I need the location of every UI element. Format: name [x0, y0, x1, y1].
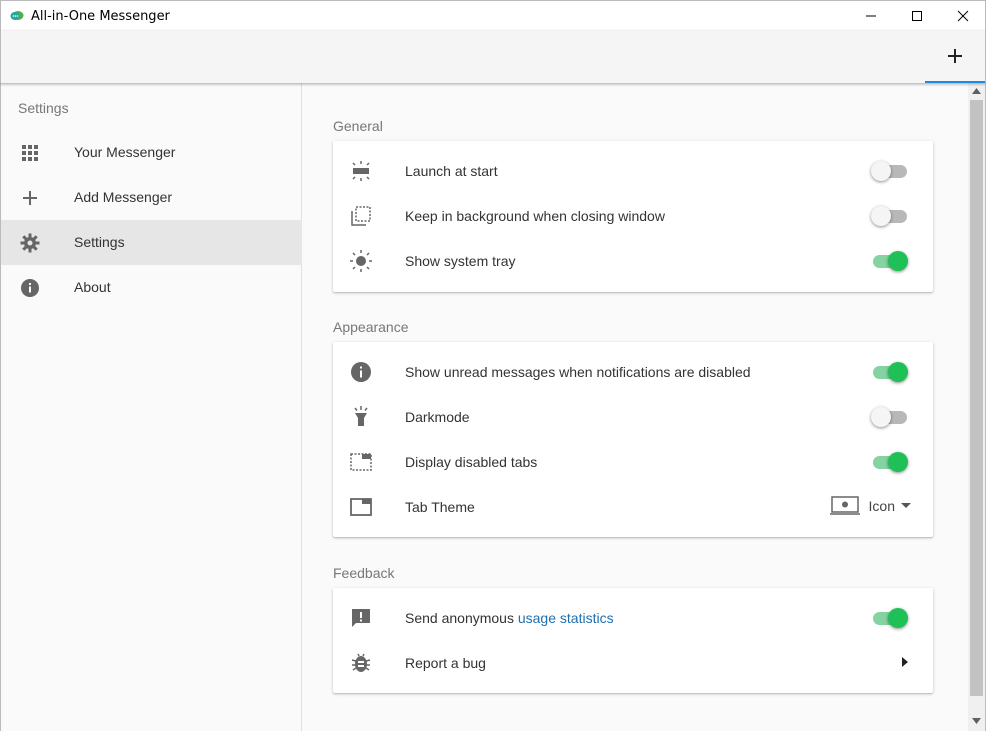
scroll-down-icon[interactable]	[972, 718, 981, 724]
setting-row-keep-in-background: Keep in background when closing window	[333, 193, 933, 238]
scroll-thumb[interactable]	[970, 100, 983, 696]
tab-icon	[350, 498, 372, 516]
sidebar-item-label: Your Messenger	[74, 144, 176, 160]
window-title: All-in-One Messenger	[31, 9, 170, 24]
setting-row-show-unread: Show unread messages when notifications …	[333, 349, 933, 394]
feedback-card: Send anonymous usage statistics Report a…	[333, 588, 933, 693]
keep-in-background-toggle[interactable]	[871, 206, 907, 226]
sidebar: Settings Your Messenger Add Messenger Se…	[0, 83, 302, 731]
sidebar-item-about[interactable]: About	[1, 265, 302, 310]
setting-label: Show system tray	[405, 253, 516, 269]
launch-icon	[352, 161, 370, 181]
app-logo-icon	[10, 11, 24, 20]
setting-row-display-disabled-tabs: Display disabled tabs	[333, 439, 933, 484]
setting-label: Show unread messages when notifications …	[405, 364, 751, 380]
sidebar-item-label: Add Messenger	[74, 189, 173, 205]
setting-row-launch-at-start: Launch at start	[333, 148, 933, 193]
section-title-appearance: Appearance	[333, 319, 409, 335]
sidebar-item-label: About	[74, 279, 111, 295]
setting-label: Tab Theme	[405, 499, 475, 515]
tab-bar	[0, 31, 986, 83]
general-card: Launch at start Keep in background when …	[333, 141, 933, 292]
title-bar: All-in-One Messenger	[0, 0, 986, 31]
setting-label: Darkmode	[405, 409, 470, 425]
close-icon	[957, 10, 969, 22]
usage-statistics-toggle[interactable]	[871, 608, 908, 628]
close-button[interactable]	[940, 1, 986, 31]
feedback-icon	[352, 609, 370, 627]
maximize-button[interactable]	[894, 1, 940, 31]
setting-row-report-bug[interactable]: Report a bug	[333, 640, 933, 685]
gear-icon	[20, 233, 40, 253]
setting-label: Report a bug	[405, 655, 486, 671]
setting-row-darkmode: Darkmode	[333, 394, 933, 439]
arrow-right-icon	[902, 657, 908, 667]
display-disabled-tabs-toggle[interactable]	[871, 452, 908, 472]
show-unread-toggle[interactable]	[871, 362, 908, 382]
setting-label: Keep in background when closing window	[405, 208, 665, 224]
bug-icon	[351, 653, 371, 672]
info-icon	[351, 362, 371, 382]
darkmode-toggle[interactable]	[871, 407, 907, 427]
sidebar-item-your-messenger[interactable]: Your Messenger	[1, 130, 302, 175]
section-title-feedback: Feedback	[333, 565, 395, 581]
scrollbar[interactable]	[968, 83, 986, 731]
tab-theme-value: Icon	[868, 498, 895, 514]
setting-row-tab-theme: Tab Theme Icon	[333, 484, 933, 529]
minimize-button[interactable]	[848, 1, 894, 31]
sidebar-header: Settings	[18, 100, 69, 116]
background-window-icon	[351, 206, 371, 226]
plus-icon	[948, 49, 962, 63]
plus-icon	[23, 191, 37, 205]
setting-label: Display disabled tabs	[405, 454, 538, 470]
maximize-icon	[912, 11, 922, 21]
setting-label: Launch at start	[405, 163, 498, 179]
appearance-card: Show unread messages when notifications …	[333, 342, 933, 537]
tab-theme-select[interactable]: Icon	[829, 494, 911, 518]
brightness-icon	[350, 250, 372, 272]
apps-grid-icon	[22, 145, 38, 161]
flashlight-icon	[354, 406, 368, 426]
tab-dashed-icon	[350, 453, 372, 471]
chevron-down-icon	[901, 503, 911, 508]
tab-theme-icon	[829, 496, 860, 515]
setting-label: Send anonymous usage statistics	[405, 610, 614, 626]
sidebar-item-label: Settings	[74, 234, 125, 250]
setting-row-usage-statistics: Send anonymous usage statistics	[333, 595, 933, 640]
show-system-tray-toggle[interactable]	[871, 251, 908, 271]
setting-row-show-system-tray: Show system tray	[333, 238, 933, 283]
usage-statistics-link[interactable]: usage statistics	[518, 610, 614, 626]
add-tab-button[interactable]	[925, 31, 985, 83]
info-icon	[21, 279, 39, 297]
setting-label-prefix: Send anonymous	[405, 610, 518, 626]
section-title-general: General	[333, 118, 383, 134]
sidebar-item-settings[interactable]: Settings	[1, 220, 302, 265]
scroll-up-icon[interactable]	[972, 88, 981, 94]
minimize-icon	[866, 15, 876, 17]
launch-at-start-toggle[interactable]	[871, 161, 907, 181]
settings-content: General Launch at start Keep in backgrou…	[302, 83, 968, 731]
sidebar-item-add-messenger[interactable]: Add Messenger	[1, 175, 302, 220]
